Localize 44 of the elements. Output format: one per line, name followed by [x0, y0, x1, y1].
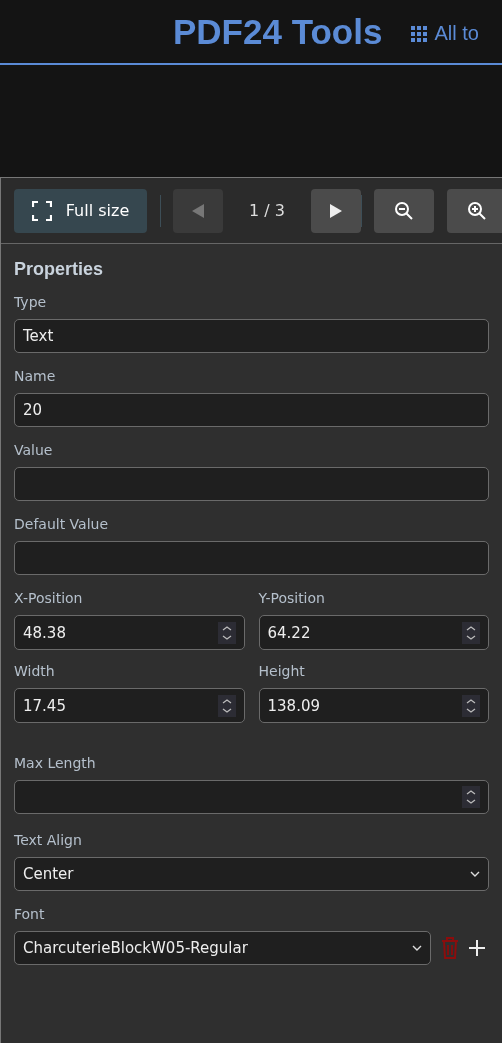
- field-label: Y-Position: [258, 589, 326, 607]
- number-field[interactable]: 48.38: [14, 615, 245, 650]
- zoom-out-icon: [394, 200, 414, 221]
- field-label: Default Value: [14, 515, 110, 533]
- number-field[interactable]: 138.09: [258, 688, 489, 723]
- field-label: Height: [258, 662, 306, 680]
- number-field[interactable]: 64.22: [258, 615, 489, 650]
- text-field[interactable]: 20: [14, 393, 489, 427]
- chevron-down-icon: [412, 945, 422, 951]
- field-label: Text Align: [14, 831, 83, 849]
- all-tools-link[interactable]: All to: [411, 18, 479, 45]
- text-field[interactable]: [14, 467, 489, 501]
- spinner-icon[interactable]: [217, 621, 236, 644]
- grid-icon: [411, 25, 428, 42]
- next-page-button[interactable]: [311, 188, 361, 233]
- field-label: Width: [14, 662, 56, 680]
- chevron-down-icon: [470, 871, 480, 877]
- spinner-icon[interactable]: [462, 621, 480, 644]
- field-label: X-Position: [14, 589, 84, 607]
- number-field[interactable]: [14, 780, 489, 814]
- full-size-button[interactable]: Full size: [14, 188, 147, 233]
- field-label: Max Length: [14, 754, 97, 772]
- site-title[interactable]: PDF24 Tools: [173, 11, 383, 52]
- dropdown[interactable]: CharcuterieBlockW05-Regular: [14, 931, 431, 965]
- field-label: Name: [14, 367, 57, 385]
- zoom-in-button[interactable]: [447, 188, 502, 233]
- dropdown[interactable]: Center: [14, 857, 489, 891]
- page-indicator: 1 / 3: [248, 201, 286, 220]
- field-label: Value: [14, 441, 54, 459]
- spinner-icon[interactable]: [462, 694, 480, 717]
- zoom-in-icon: [467, 200, 487, 221]
- right-triangle-icon: [329, 202, 343, 219]
- spinner-icon[interactable]: [217, 694, 236, 717]
- add-icon[interactable]: [469, 940, 485, 956]
- expand-icon: [31, 200, 52, 221]
- left-triangle-icon: [191, 202, 205, 219]
- field-label: Type: [14, 293, 48, 311]
- text-field[interactable]: [14, 541, 489, 575]
- number-field[interactable]: 17.45: [14, 688, 245, 723]
- zoom-out-button[interactable]: [374, 188, 434, 233]
- field-label: Font: [14, 905, 46, 923]
- text-field[interactable]: Text: [14, 319, 489, 353]
- properties-heading: Properties: [14, 258, 105, 281]
- spinner-icon[interactable]: [462, 786, 480, 808]
